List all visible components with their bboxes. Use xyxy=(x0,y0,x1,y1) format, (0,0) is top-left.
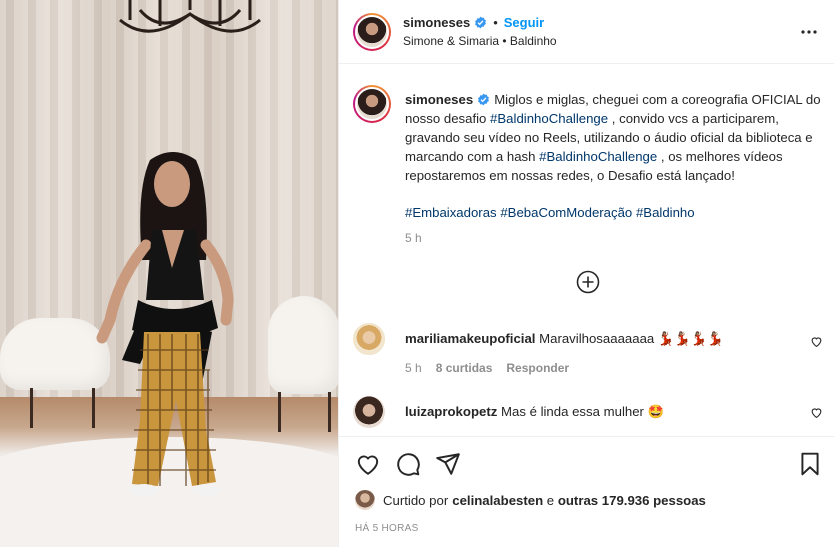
post-media-video[interactable] xyxy=(0,0,338,547)
instagram-post: simoneses • Seguir Simone & Simaria • Ba… xyxy=(0,0,834,547)
share-icon[interactable] xyxy=(435,451,461,477)
bookmark-icon[interactable] xyxy=(797,451,823,477)
likes-prefix: Curtido por xyxy=(383,492,449,508)
dancing-woman-figure xyxy=(96,152,234,496)
heart-icon[interactable] xyxy=(810,406,823,419)
hashtag-link[interactable]: #BaldinhoChallenge xyxy=(539,149,657,164)
author-avatar[interactable] xyxy=(353,12,391,51)
post-header: simoneses • Seguir Simone & Simaria • Ba… xyxy=(339,0,834,64)
comment-likes[interactable]: 8 curtidas xyxy=(436,361,493,375)
likes-summary: Curtido por celinalabesten e outras 179.… xyxy=(355,490,706,510)
comment-text: mariliamakeupoficial Maravilhosaaaaaaa 💃… xyxy=(405,331,785,347)
comment-time[interactable]: 5 h xyxy=(405,361,422,375)
caption-author-avatar[interactable] xyxy=(353,85,391,123)
caption-username[interactable]: simoneses xyxy=(405,92,473,107)
commenter-username[interactable]: mariliamakeupoficial xyxy=(405,331,535,346)
author-row: simoneses • Seguir xyxy=(403,15,557,30)
separator-dot: • xyxy=(493,15,498,30)
heart-icon[interactable] xyxy=(810,335,823,348)
verified-badge-icon xyxy=(475,16,487,29)
author-username[interactable]: simoneses xyxy=(403,15,470,30)
verified-badge-icon xyxy=(478,93,490,106)
caption-time[interactable]: 5 h xyxy=(405,231,422,245)
likes-others-link[interactable]: outras 179.936 pessoas xyxy=(558,493,706,508)
post-audio-subtitle[interactable]: Simone & Simaria • Baldinho xyxy=(403,34,557,48)
comment-item: luizaprokopetz Mas é linda essa mulher 🤩 xyxy=(353,396,823,432)
armchair-right xyxy=(268,296,338,432)
comment-item: mariliamakeupoficial Maravilhosaaaaaaa 💃… xyxy=(353,323,823,379)
avatar-image xyxy=(355,87,389,121)
likes-middle: e xyxy=(543,492,558,508)
hashtags-line: #Embaixadoras #BebaComModeração #Baldinh… xyxy=(405,203,823,222)
commenter-username[interactable]: luizaprokopetz xyxy=(405,404,497,419)
reply-button[interactable]: Responder xyxy=(506,361,569,375)
commenter-avatar[interactable] xyxy=(353,323,385,355)
comment-body: Maravilhosaaaaaaa 💃🏽💃🏽💃🏽💃🏽 xyxy=(539,331,724,346)
commenter-avatar[interactable] xyxy=(353,396,385,428)
author-info: simoneses • Seguir Simone & Simaria • Ba… xyxy=(403,15,557,48)
chandelier-image xyxy=(119,0,261,33)
action-bar xyxy=(339,436,834,484)
comment-icon[interactable] xyxy=(395,451,421,477)
hashtag-link[interactable]: #BaldinhoChallenge xyxy=(490,111,608,126)
hashtag-link[interactable]: #BebaComModeração xyxy=(500,205,632,220)
comment-text: luizaprokopetz Mas é linda essa mulher 🤩 xyxy=(405,404,785,420)
comment-meta: 5 h 8 curtidas Responder xyxy=(405,361,569,375)
more-options-icon[interactable] xyxy=(799,22,819,42)
hashtag-link[interactable]: #Baldinho xyxy=(636,205,695,220)
avatar-image xyxy=(355,14,389,49)
post-details-panel: simoneses • Seguir Simone & Simaria • Ba… xyxy=(338,0,834,547)
liker-username[interactable]: celinalabesten xyxy=(452,493,543,508)
plus-circle-icon[interactable] xyxy=(576,270,600,294)
hashtag-link[interactable]: #Embaixadoras xyxy=(405,205,497,220)
post-timestamp[interactable]: HÁ 5 HORAS xyxy=(355,523,419,534)
heart-icon[interactable] xyxy=(355,451,381,477)
comment-body: Mas é linda essa mulher 🤩 xyxy=(501,404,665,419)
comments-scroll-area[interactable]: simoneses Miglos e miglas, cheguei com a… xyxy=(339,65,834,310)
liker-avatar[interactable] xyxy=(355,490,375,510)
caption-text: simoneses Miglos e miglas, cheguei com a… xyxy=(405,90,823,222)
follow-button[interactable]: Seguir xyxy=(504,15,544,30)
